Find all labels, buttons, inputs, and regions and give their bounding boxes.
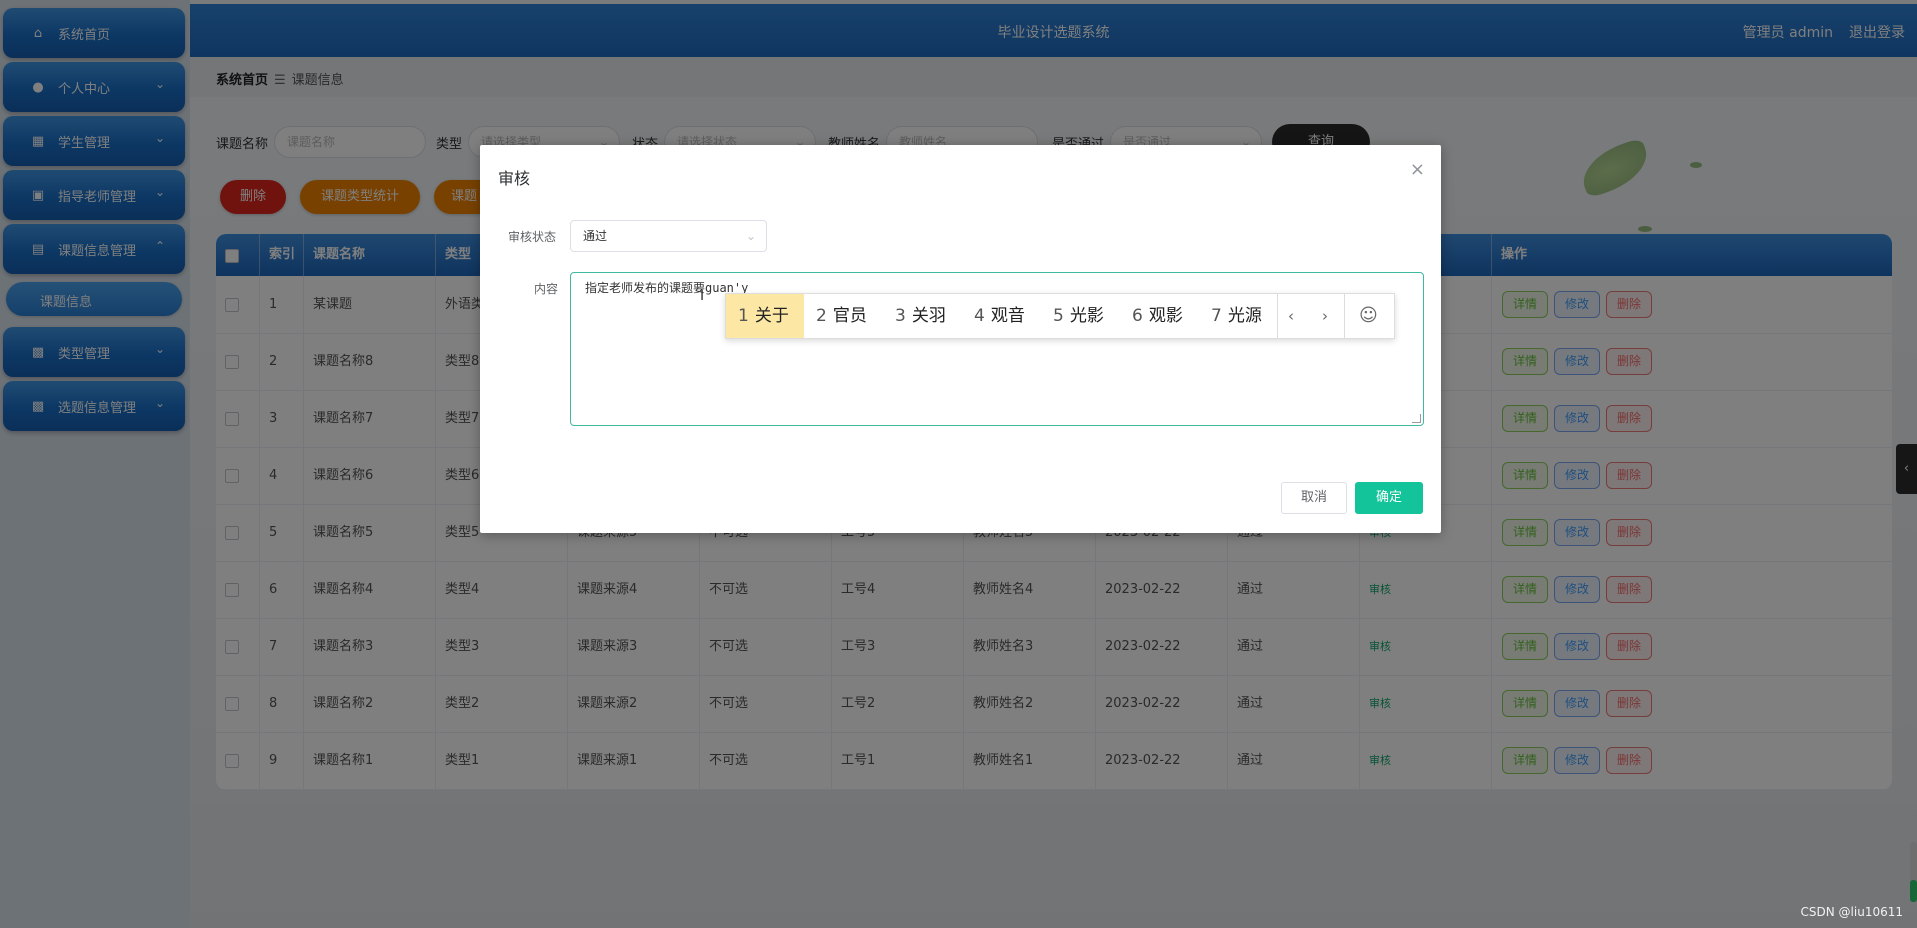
dialog-title: 审核 (498, 169, 531, 188)
divider (1344, 294, 1345, 338)
audit-status-select[interactable]: 通过 ⌄ (570, 220, 767, 252)
chevron-down-icon: ⌄ (745, 229, 756, 243)
audit-status-value: 通过 (583, 229, 608, 243)
content-text: 指定老师发布的课题要guan'y (585, 281, 749, 295)
chevron-right-icon[interactable]: › (1322, 294, 1328, 338)
ime-candidate[interactable]: 7 光源 (1211, 294, 1262, 338)
ime-candidate[interactable]: 6 观影 (1132, 294, 1183, 338)
watermark-text: CSDN @liu10611 (1800, 905, 1903, 919)
content-label: 内容 (534, 282, 559, 296)
resize-handle-icon[interactable] (1412, 414, 1421, 423)
cancel-button[interactable]: 取消 (1281, 482, 1347, 514)
ime-candidate-bar: 1 关于 2 官员 3 关羽 4 观音 5 光影 6 观影 7 光源 ‹ › ☺ (725, 293, 1395, 339)
ime-candidate[interactable]: 1 关于 (726, 294, 804, 338)
audit-status-label: 审核状态 (508, 230, 557, 244)
ime-candidate[interactable]: 5 光影 (1053, 294, 1104, 338)
ime-candidate[interactable]: 3 关羽 (895, 294, 946, 338)
divider (1277, 294, 1278, 338)
chevron-left-icon[interactable]: ‹ (1288, 294, 1294, 338)
emoji-icon[interactable]: ☺ (1359, 294, 1378, 338)
confirm-button[interactable]: 确定 (1355, 482, 1423, 514)
text-cursor-icon: I (700, 288, 705, 304)
app-root: ⌂ 系统首页 ● 个人中心 ⌄ ▦ 学生管理 ⌄ ▣ 指导老师管理 ⌄ ▤ 课题… (0, 0, 1917, 928)
ime-candidate[interactable]: 2 官员 (816, 294, 867, 338)
ime-candidate[interactable]: 4 观音 (974, 294, 1025, 338)
close-icon[interactable]: × (1410, 159, 1425, 180)
audit-dialog: 审核 × 审核状态 通过 ⌄ 内容 指定老师发布的课题要guan'y 取消 确定 (480, 145, 1441, 533)
